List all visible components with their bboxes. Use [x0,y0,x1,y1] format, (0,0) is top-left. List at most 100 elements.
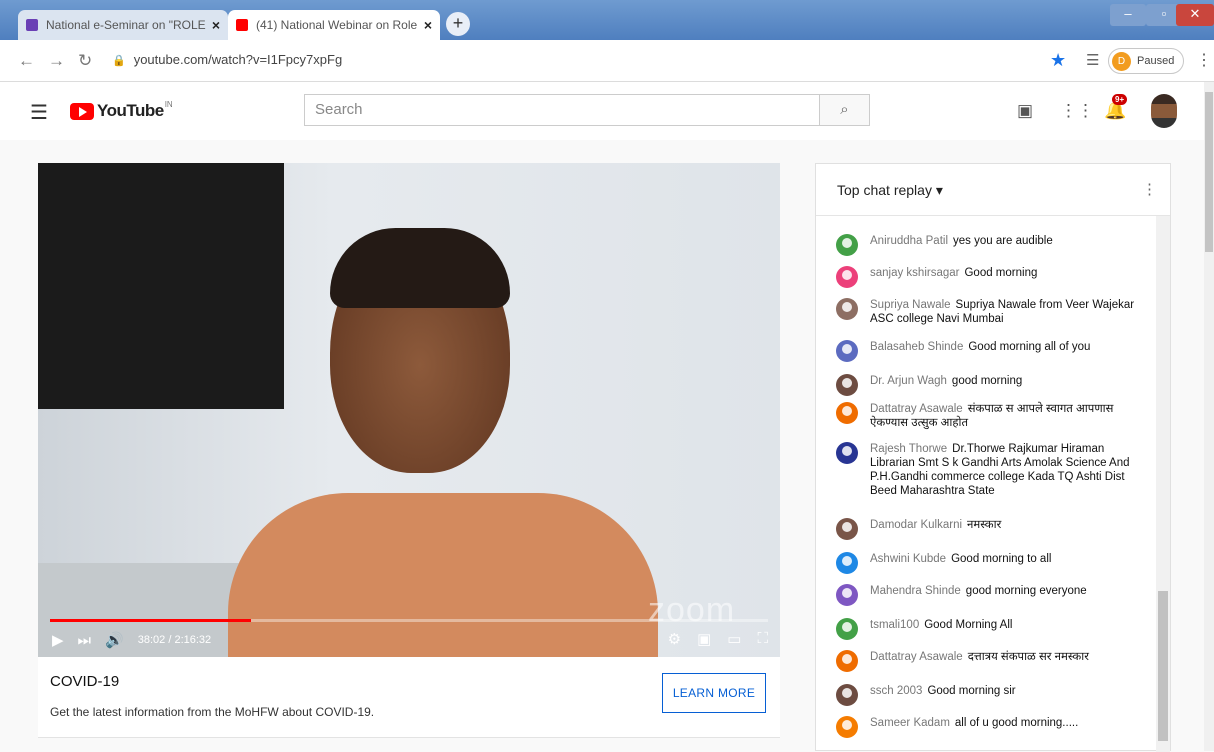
chat-message[interactable]: ssch 2003 Good morning sir [836,684,1152,706]
profile-status: Paused [1137,55,1175,67]
chat-author[interactable]: sanjay kshirsagar [870,267,959,279]
chat-avatar[interactable] [836,402,858,424]
chat-message[interactable]: Rajesh Thorwe Dr.Thorwe Rajkumar Hiraman … [836,442,1152,498]
chat-message[interactable]: Sameer Kadam all of u good morning..... [836,716,1152,738]
chat-scrollbar-thumb[interactable] [1158,591,1168,741]
next-icon[interactable]: ⏭ [78,632,92,649]
miniplayer-icon[interactable]: ▣ [697,630,711,648]
chat-message-body: Rajesh Thorwe Dr.Thorwe Rajkumar Hiraman … [870,442,1152,498]
chat-avatar[interactable] [836,518,858,540]
create-video-icon[interactable]: ▣ [1017,101,1033,121]
timecode: 38:02 / 2:16:32 [137,634,212,646]
player-controls: ▶ ⏭ 🔊 38:02 / 2:16:32 ⚙ ▣ ▭ ⛶ [38,623,780,657]
volume-icon[interactable]: 🔊 [105,631,124,649]
profile-avatar: D [1112,51,1131,71]
forward-arrow-icon[interactable]: → [48,51,65,71]
reading-list-icon[interactable]: ☰ [1086,51,1099,69]
chat-author[interactable]: Rajesh Thorwe [870,443,947,455]
minimize-button[interactable]: – [1110,4,1146,26]
covid-info-banner: COVID-19 Get the latest information from… [38,657,780,737]
chat-author[interactable]: Mahendra Shinde [870,585,961,597]
close-window-button[interactable]: ✕ [1176,4,1214,26]
chat-message-text: Good morning all of you [968,341,1091,353]
chat-message-list[interactable]: Aniruddha Patil yes you are audible sanjay… [816,216,1156,752]
chat-message-body: Aniruddha Patil yes you are audible [870,234,1053,256]
chat-author[interactable]: Supriya Nawale [870,299,951,311]
chat-avatar[interactable] [836,584,858,606]
chat-avatar[interactable] [836,442,858,464]
chat-avatar[interactable] [836,716,858,738]
chat-message-body: ssch 2003 Good morning sir [870,684,1016,706]
page-scrollbar-thumb[interactable] [1205,92,1213,252]
play-icon[interactable]: ▶ [52,631,64,649]
chat-message[interactable]: Aniruddha Patil yes you are audible [836,234,1152,256]
search-input[interactable]: Search [304,94,820,126]
fullscreen-icon[interactable]: ⛶ [757,630,768,648]
chat-author[interactable]: ssch 2003 [870,685,922,697]
chat-message[interactable]: tsmali100 Good Morning All [836,618,1152,640]
back-arrow-icon[interactable]: ← [18,51,35,71]
chat-avatar[interactable] [836,552,858,574]
chat-author[interactable]: Aniruddha Patil [870,235,948,247]
chat-message[interactable]: Damodar Kulkarni नमस्कार [836,518,1152,540]
chat-avatar[interactable] [836,298,858,320]
chat-avatar[interactable] [836,374,858,396]
youtube-logo[interactable]: YouTube IN [70,100,173,121]
chat-message[interactable]: Ashwini Kubde Good morning to all [836,552,1152,574]
video-player[interactable]: zoom ▶ ⏭ 🔊 38:02 / 2:16:32 ⚙ ▣ ▭ ⛶ [38,163,780,657]
chat-message[interactable]: Supriya Nawale Supriya Nawale from Veer W… [836,298,1152,326]
chat-message-text: नमस्कार [967,519,1002,531]
chat-message[interactable]: Dattatray Asawale संकपाळ स आपले स्वागत आप… [836,402,1152,430]
chat-message-text: good morning [951,375,1023,387]
chat-scrollbar[interactable] [1156,216,1170,752]
chat-message-body: Dr. Arjun Wagh good morning [870,374,1022,396]
chat-message-body: Sameer Kadam all of u good morning..... [870,716,1078,738]
chat-avatar[interactable] [836,234,858,256]
reload-icon[interactable]: ↻ [78,51,92,71]
chat-avatar[interactable] [836,618,858,640]
browser-tab-seminar[interactable]: National e-Seminar on "ROLE OF × [18,10,228,40]
chat-author[interactable]: Ashwini Kubde [870,553,946,565]
close-tab-icon[interactable]: × [212,17,220,33]
chat-message[interactable]: Balasaheb Shinde Good morning all of you [836,340,1152,362]
chat-author[interactable]: Dattatray Asawale [870,403,963,415]
apps-grid-icon[interactable]: ⋮⋮ [1060,101,1094,121]
chat-message[interactable]: Mahendra Shinde good morning everyone [836,584,1152,606]
page-scrollbar[interactable] [1204,82,1214,751]
chat-author[interactable]: Sameer Kadam [870,717,950,729]
chat-avatar[interactable] [836,340,858,362]
url-field[interactable]: 🔒 youtube.com/watch?v=I1Fpcy7xpFg [112,52,342,67]
chat-more-options-icon[interactable]: ⋮ [1142,180,1157,198]
theater-mode-icon[interactable]: ▭ [727,630,741,648]
chat-author[interactable]: tsmali100 [870,619,919,631]
chat-author[interactable]: Dr. Arjun Wagh [870,375,947,387]
chat-author[interactable]: Dattatray Asawale [870,651,963,663]
notification-count-badge: 9+ [1112,94,1128,105]
chat-message-text: all of u good morning..... [954,717,1079,729]
settings-gear-icon[interactable]: ⚙ [668,630,681,648]
chat-avatar[interactable] [836,684,858,706]
progress-bar[interactable] [50,619,768,622]
chat-message-text: good morning everyone [965,585,1087,597]
new-tab-button[interactable]: + [446,12,470,36]
hamburger-menu-icon[interactable]: ☰ [30,100,48,125]
user-avatar[interactable] [1151,94,1177,128]
search-button[interactable]: ⌕ [820,94,870,126]
chat-mode-dropdown[interactable]: Top chat replay ▾ [837,182,943,199]
close-tab-icon[interactable]: × [424,17,432,33]
chat-message-body: Damodar Kulkarni नमस्कार [870,518,1001,540]
browser-tab-webinar[interactable]: (41) National Webinar on Role of × [228,10,440,40]
chat-message[interactable]: Dattatray Asawale दत्तात्रय संकपाळ सर नमस… [836,650,1152,672]
speaker-hair [330,228,510,308]
chat-author[interactable]: Balasaheb Shinde [870,341,963,353]
chat-message[interactable]: Dr. Arjun Wagh good morning [836,374,1152,396]
chat-author[interactable]: Damodar Kulkarni [870,519,962,531]
youtube-wordmark: YouTube [97,101,164,120]
chat-message[interactable]: sanjay kshirsagar Good morning [836,266,1152,288]
bookmark-star-icon[interactable]: ★ [1050,50,1066,71]
learn-more-button[interactable]: LEARN MORE [662,673,766,713]
chat-avatar[interactable] [836,266,858,288]
profile-button[interactable]: D Paused [1108,48,1184,74]
browser-menu-icon[interactable]: ⋮ [1196,50,1212,70]
chat-avatar[interactable] [836,650,858,672]
